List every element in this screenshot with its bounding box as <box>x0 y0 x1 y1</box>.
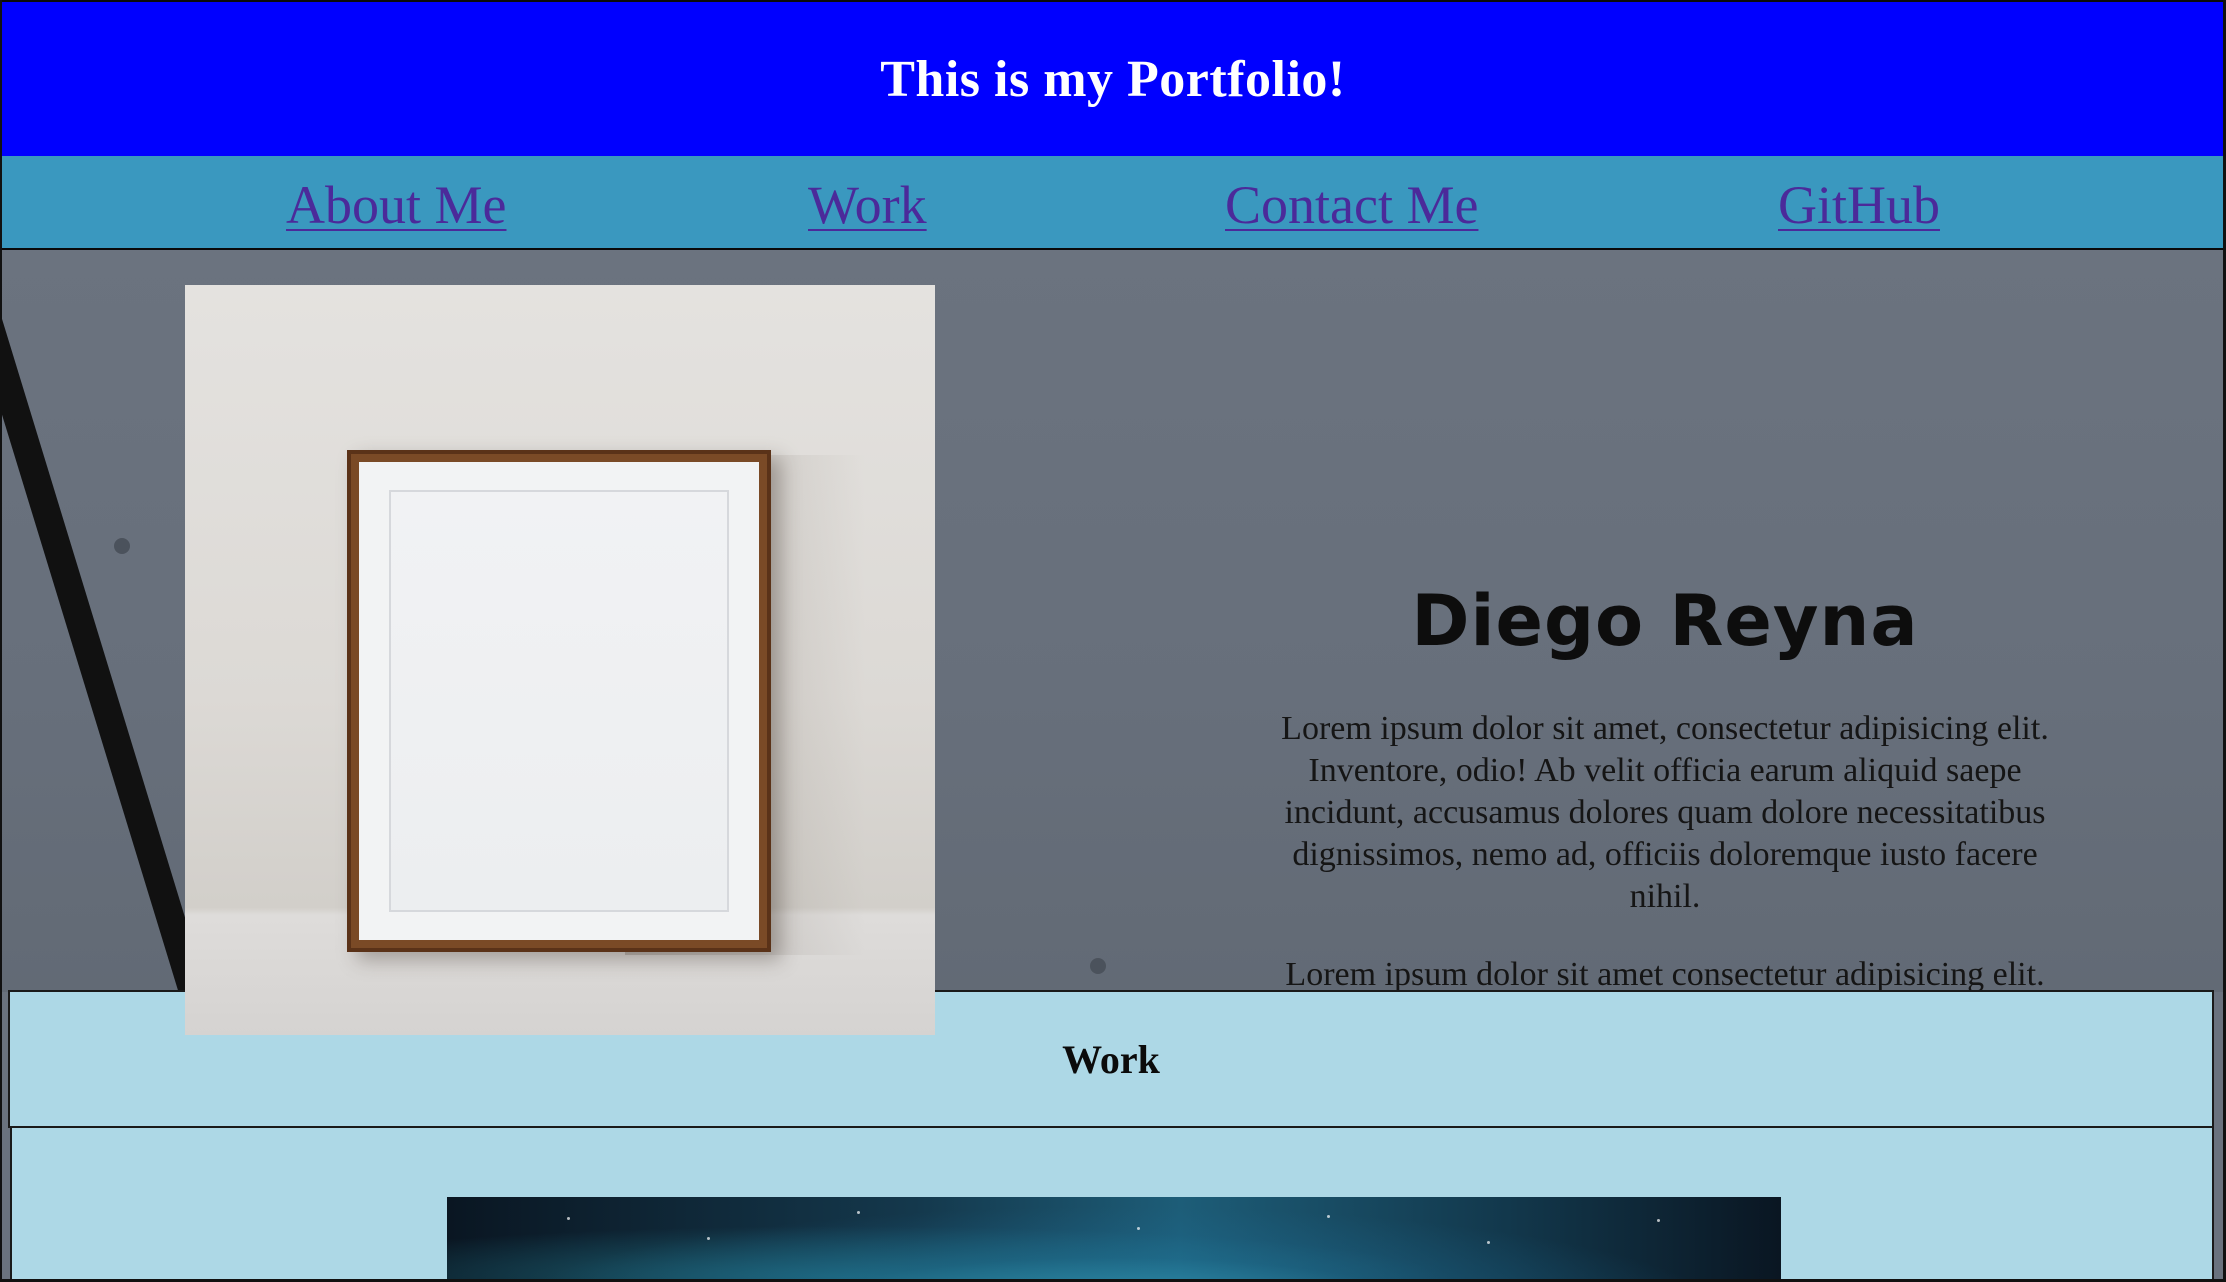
star <box>1487 1241 1490 1244</box>
work-heading: Work <box>1062 1036 1160 1082</box>
profile-picture-frame-image <box>185 285 935 1035</box>
page-title: This is my Portfolio! <box>880 50 1346 108</box>
star <box>1657 1219 1660 1222</box>
picture-frame <box>347 450 771 952</box>
background-dot <box>114 538 130 554</box>
nav-link-contact-me[interactable]: Contact Me <box>1225 174 1478 236</box>
star <box>857 1211 860 1214</box>
nav-link-github[interactable]: GitHub <box>1778 174 1940 236</box>
star <box>1137 1227 1140 1230</box>
background-dot <box>1090 958 1106 974</box>
bio: Diego Reyna Lorem ipsum dolor sit amet, … <box>1280 580 2050 992</box>
star <box>1327 1215 1330 1218</box>
frame-blank-art <box>389 490 729 912</box>
bio-paragraph: Lorem ipsum dolor sit amet consectetur a… <box>1285 956 2045 992</box>
site-header: This is my Portfolio! <box>0 0 2226 156</box>
profile-name: Diego Reyna <box>1411 580 1919 662</box>
nav-link-about-me[interactable]: About Me <box>286 174 506 236</box>
star <box>567 1217 570 1220</box>
frame-mat <box>359 462 759 940</box>
main-nav: About Me Work Contact Me GitHub <box>0 156 2226 250</box>
star <box>707 1237 710 1240</box>
bio-paragraph: Lorem ipsum dolor sit amet, consectetur … <box>1281 710 2049 915</box>
nav-link-work[interactable]: Work <box>808 174 927 236</box>
work-section-body <box>10 1126 2214 1282</box>
project-image-aurora[interactable] <box>447 1197 1781 1282</box>
